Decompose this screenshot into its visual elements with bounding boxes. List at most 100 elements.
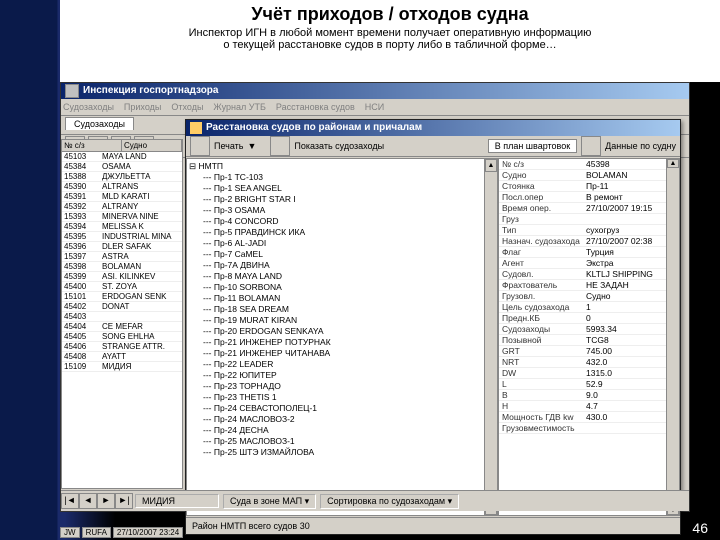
tree-leaf[interactable]: --- Пр-19 MURAT KIRAN	[189, 315, 495, 326]
table-row[interactable]: 15397ASTRA	[62, 252, 182, 262]
tab-active[interactable]: Судозаходы	[65, 117, 134, 130]
table-row[interactable]: 45395INDUSTRIAL MINA	[62, 232, 182, 242]
col-header[interactable]: Судно	[122, 140, 182, 151]
property-row[interactable]: СтоянкаПр-11	[499, 181, 679, 192]
property-row[interactable]: NRT432.0	[499, 357, 679, 368]
nav-prev-icon[interactable]: ◄	[79, 493, 97, 509]
col-header[interactable]: № с/з	[62, 140, 122, 151]
show-label[interactable]: Показать судозаходы	[294, 141, 384, 151]
property-row[interactable]: L52.9	[499, 379, 679, 390]
property-row[interactable]: Груз	[499, 214, 679, 225]
table-row[interactable]: 45403	[62, 312, 182, 322]
table-row[interactable]: 45399ASI. KILINKEV	[62, 272, 182, 282]
table-row[interactable]: 45406STRANGE ATTR.	[62, 342, 182, 352]
table-row[interactable]: 45392ALTRANY	[62, 202, 182, 212]
plan-button[interactable]: В план швартовок	[488, 139, 577, 153]
tree-leaf[interactable]: --- Пр-21 ИНЖЕНЕР ЧИТАНАВА	[189, 348, 495, 359]
left-grid[interactable]: № с/з Судно 45103MAYA LAND45384OSAMA1538…	[61, 139, 183, 489]
property-row[interactable]: Цель судозахода1	[499, 302, 679, 313]
table-row[interactable]: 45408AYATT	[62, 352, 182, 362]
property-row[interactable]: Грузовл.Судно	[499, 291, 679, 302]
table-row[interactable]: 45391MLD KARATI	[62, 192, 182, 202]
property-row[interactable]: СудноBOLAMAN	[499, 170, 679, 181]
tree-leaf[interactable]: --- Пр-24 МАСЛОВОЗ-2	[189, 414, 495, 425]
menu-item[interactable]: Журнал УТБ	[213, 99, 265, 115]
print-icon[interactable]	[190, 136, 210, 156]
tree-leaf[interactable]: --- Пр-25 ШТЭ ИЗМАЙЛОВА	[189, 447, 495, 458]
nav-next-icon[interactable]: ►	[97, 493, 115, 509]
tree-leaf[interactable]: --- Пр-1 ТС-103	[189, 172, 495, 183]
tree-leaf[interactable]: --- Пр-22 ЮПИТЕР	[189, 370, 495, 381]
tree-leaf[interactable]: --- Пр-8 MAYA LAND	[189, 271, 495, 282]
table-row[interactable]: 15393MINERVA NINE	[62, 212, 182, 222]
tree-leaf[interactable]: --- Пр-7 CaMEL	[189, 249, 495, 260]
tree-leaf[interactable]: --- Пр-23 ТОРНАДО	[189, 381, 495, 392]
property-row[interactable]: ФлагТурция	[499, 247, 679, 258]
tree-leaf[interactable]: --- Пр-3 OSAMA	[189, 205, 495, 216]
tree-leaf[interactable]: --- Пр-25 МАСЛОВОЗ-1	[189, 436, 495, 447]
property-row[interactable]: Посл.оперВ ремонт	[499, 192, 679, 203]
table-row[interactable]: 45404CE MEFAR	[62, 322, 182, 332]
property-row[interactable]: Назнач. судозахода27/10/2007 02:38	[499, 236, 679, 247]
property-row[interactable]: GRT745.00	[499, 346, 679, 357]
table-row[interactable]: 45405SONG EHLHA	[62, 332, 182, 342]
tree-leaf[interactable]: --- Пр-24 ДЕСНА	[189, 425, 495, 436]
status-sort[interactable]: Сортировка по судозаходам ▾	[320, 494, 459, 509]
property-row[interactable]: H4.7	[499, 401, 679, 412]
berth-tree[interactable]: ⊟ НМТП --- Пр-1 ТС-103--- Пр-1 SEA ANGEL…	[186, 158, 498, 516]
table-row[interactable]: 45390ALTRANS	[62, 182, 182, 192]
menu-item[interactable]: Отходы	[171, 99, 203, 115]
tree-scrollbar[interactable]	[484, 159, 497, 515]
property-row[interactable]: Мощность ГДВ kw430.0	[499, 412, 679, 423]
tree-leaf[interactable]: --- Пр-24 СЕВАСТОПОЛЕЦ-1	[189, 403, 495, 414]
tree-leaf[interactable]: --- Пр-18 SEA DREAM	[189, 304, 495, 315]
table-row[interactable]: 15109МИДИЯ	[62, 362, 182, 372]
tree-leaf[interactable]: --- Пр-7А ДВИНА	[189, 260, 495, 271]
property-row[interactable]: Предн.КБ0	[499, 313, 679, 324]
property-row[interactable]: DW1315.0	[499, 368, 679, 379]
properties-panel[interactable]: № с/з45398СудноBOLAMANСтоянкаПр-11Посл.о…	[498, 158, 680, 516]
window-titlebar[interactable]: Инспекция госпортнадзора	[61, 83, 689, 99]
show-icon[interactable]	[270, 136, 290, 156]
property-row[interactable]: Типсухогруз	[499, 225, 679, 236]
tree-leaf[interactable]: --- Пр-23 THETIS 1	[189, 392, 495, 403]
tree-leaf[interactable]: --- Пр-5 ПРАВДИНСК ИКА	[189, 227, 495, 238]
tree-leaf[interactable]: --- Пр-10 SORBONA	[189, 282, 495, 293]
tree-root[interactable]: ⊟ НМТП	[189, 161, 495, 172]
tree-leaf[interactable]: --- Пр-21 ИНЖЕНЕР ПОТУРНАК	[189, 337, 495, 348]
tree-leaf[interactable]: --- Пр-22 LEADER	[189, 359, 495, 370]
table-row[interactable]: 45402DONAT	[62, 302, 182, 312]
table-row[interactable]: 15101ERDOGAN SENK	[62, 292, 182, 302]
property-row[interactable]: Судозаходы5993.34	[499, 324, 679, 335]
property-row[interactable]: ФрахтовательНЕ ЗАДАН	[499, 280, 679, 291]
menu-item[interactable]: Приходы	[124, 99, 161, 115]
ship-data-icon[interactable]	[581, 136, 601, 156]
property-row[interactable]: АгентЭкстра	[499, 258, 679, 269]
tree-leaf[interactable]: --- Пр-6 AL-JADI	[189, 238, 495, 249]
table-row[interactable]: 45103MAYA LAND	[62, 152, 182, 162]
props-scrollbar[interactable]	[666, 159, 679, 515]
property-row[interactable]: Время опер.27/10/2007 19:15	[499, 203, 679, 214]
table-row[interactable]: 45384OSAMA	[62, 162, 182, 172]
ship-data-label[interactable]: Данные по судну	[605, 141, 676, 151]
status-zone[interactable]: Суда в зоне МАП ▾	[223, 494, 316, 509]
tree-leaf[interactable]: --- Пр-20 ERDOGAN SENKAYA	[189, 326, 495, 337]
menu-bar[interactable]: Судозаходы Приходы Отходы Журнал УТБ Рас…	[61, 99, 689, 116]
table-row[interactable]: 45394MELISSA K	[62, 222, 182, 232]
table-row[interactable]: 45400ST. ZOYA	[62, 282, 182, 292]
tree-leaf[interactable]: --- Пр-1 SEA ANGEL	[189, 183, 495, 194]
property-row[interactable]: № с/з45398	[499, 159, 679, 170]
property-row[interactable]: Грузовместимость	[499, 423, 679, 434]
menu-item[interactable]: Судозаходы	[63, 99, 114, 115]
property-row[interactable]: ПозывнойTCG8	[499, 335, 679, 346]
property-row[interactable]: Судовл.KLTLJ SHIPPING	[499, 269, 679, 280]
tree-leaf[interactable]: --- Пр-11 BOLAMAN	[189, 293, 495, 304]
print-label[interactable]: Печать	[214, 141, 243, 151]
nav-first-icon[interactable]: |◄	[61, 493, 79, 509]
nav-last-icon[interactable]: ►|	[115, 493, 133, 509]
table-row[interactable]: 15388ДЖУЛЬЕТТА	[62, 172, 182, 182]
child-titlebar[interactable]: Расстановка судов по районам и причалам	[186, 120, 680, 136]
menu-item[interactable]: Расстановка судов	[276, 99, 355, 115]
property-row[interactable]: B9.0	[499, 390, 679, 401]
menu-item[interactable]: НСИ	[365, 99, 384, 115]
